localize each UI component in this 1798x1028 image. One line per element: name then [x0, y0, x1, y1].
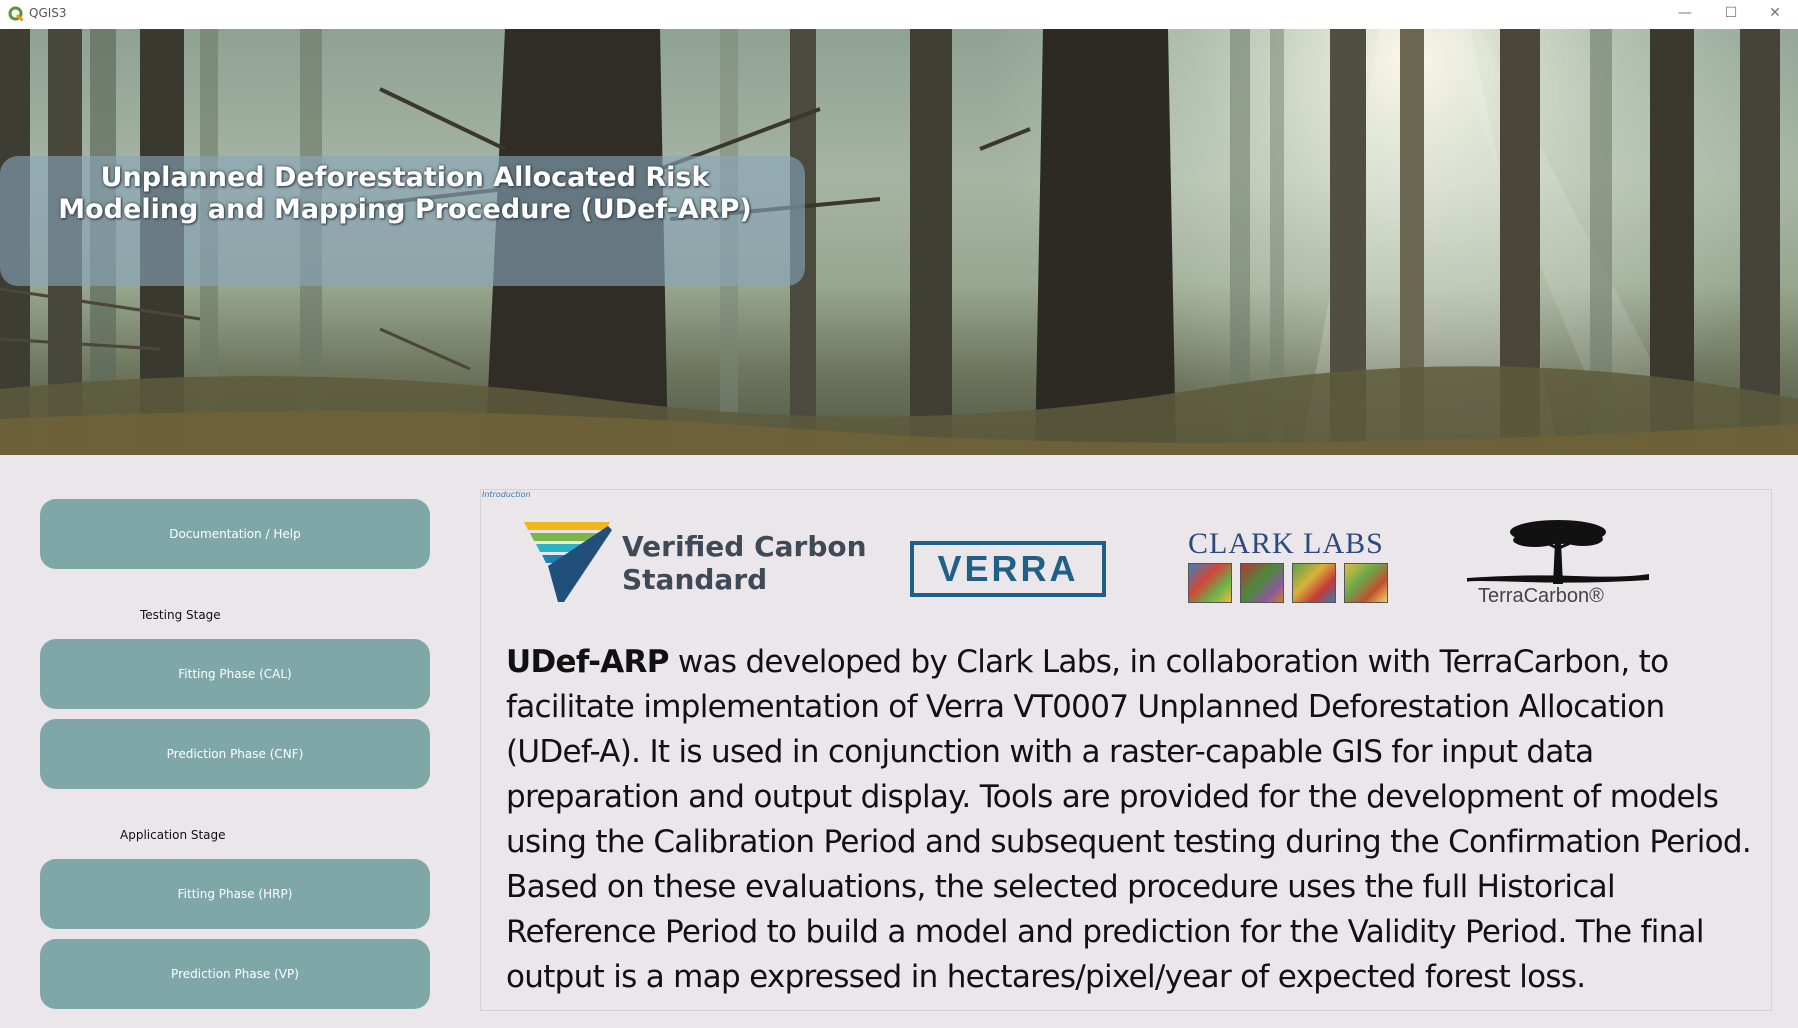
introduction-description: UDef-ARP was developed by Clark Labs, in…	[506, 640, 1766, 1000]
app-banner-title: Unplanned Deforestation Allocated Risk M…	[58, 162, 752, 225]
close-button[interactable]: ✕	[1752, 0, 1798, 29]
maximize-button[interactable]: ☐	[1708, 0, 1754, 29]
clark-labs-map-tile-icon	[1292, 563, 1336, 603]
verra-logo: VERRA	[910, 541, 1106, 597]
forest-banner-image	[0, 29, 1798, 455]
window-title: QGIS3	[29, 6, 67, 20]
fitting-phase-cal-button[interactable]: Fitting Phase (CAL)	[40, 639, 430, 709]
prediction-phase-vp-button[interactable]: Prediction Phase (VP)	[40, 939, 430, 1009]
verified-carbon-standard-text: Verified Carbon Standard	[622, 530, 867, 596]
minimize-button[interactable]: —	[1662, 0, 1708, 29]
qgis-logo-icon	[8, 6, 24, 22]
introduction-body-text: was developed by Clark Labs, in collabor…	[506, 644, 1752, 995]
application-stage-label: Application Stage	[120, 828, 226, 842]
udef-arp-name: UDef-ARP	[506, 644, 669, 680]
fitting-phase-hrp-button[interactable]: Fitting Phase (HRP)	[40, 859, 430, 929]
clark-labs-logo: CLARK LABS	[1188, 527, 1384, 560]
clark-labs-map-tile-icon	[1344, 563, 1388, 603]
introduction-group-label: Introduction	[482, 490, 531, 499]
window-titlebar: QGIS3 — ☐ ✕	[0, 0, 1798, 29]
testing-stage-label: Testing Stage	[140, 608, 221, 622]
clark-labs-map-tile-icon	[1240, 563, 1284, 603]
clark-labs-map-tile-icon	[1188, 563, 1232, 603]
terracarbon-tree-logo-icon	[1466, 520, 1649, 584]
prediction-phase-cnf-button[interactable]: Prediction Phase (CNF)	[40, 719, 430, 789]
verified-carbon-standard-logo-icon	[524, 522, 612, 602]
terracarbon-logo-text: TerraCarbon®	[1478, 585, 1604, 607]
documentation-help-button[interactable]: Documentation / Help	[40, 499, 430, 569]
